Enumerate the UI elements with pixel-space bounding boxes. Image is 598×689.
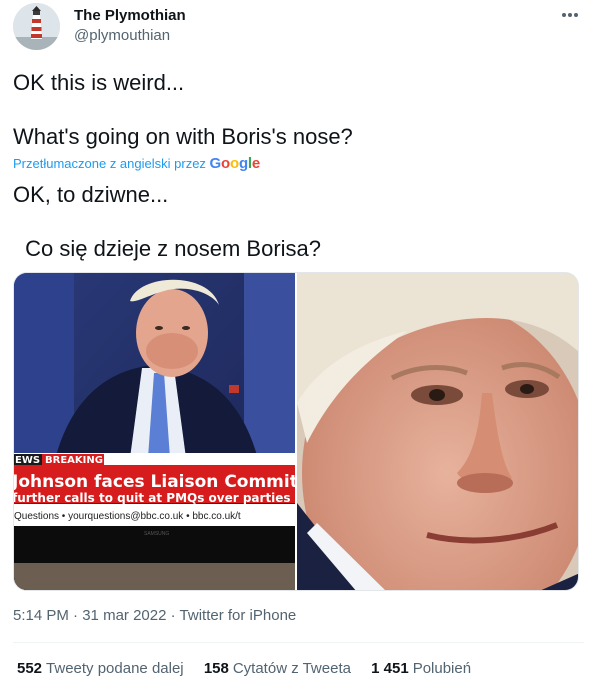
media-grid: EWS BREAKING Johnson faces Liaison Commi… (13, 272, 579, 591)
divider (13, 642, 584, 643)
tv-headline: Johnson faces Liaison Committe (14, 472, 295, 492)
quotes-label: Cytatów z Tweeta (232, 660, 351, 677)
tweet-text-line-1: OK this is weird... (13, 70, 185, 95)
likes-label: Polubień (412, 660, 472, 677)
photo-closeup[interactable] (297, 273, 578, 590)
breaking-tag: BREAKING (45, 455, 103, 466)
tweet-meta: 5:14 PM · 31 mar 2022 · Twitter for iPho… (13, 607, 296, 624)
translation-line-2: Co się dzieje z nosem Borisa? (19, 236, 322, 261)
quotes-count: 158 (203, 660, 229, 677)
retweets-stat[interactable]: 552 Tweety podane dalej (17, 660, 184, 677)
tweet-source[interactable]: Twitter for iPhone (180, 607, 297, 624)
translation-line-1: OK, to dziwne... (13, 182, 169, 207)
quotes-stat[interactable]: 158 Cytatów z Tweeta (204, 660, 351, 677)
tweet-text-line-2: What's going on with Boris's nose? (13, 124, 353, 149)
tweet-time[interactable]: 5:14 PM (13, 607, 69, 624)
translation-label: Przetłumaczone z angielski przez (13, 156, 206, 171)
tweet-date[interactable]: 31 mar 2022 (82, 607, 166, 624)
retweets-label: Tweety podane dalej (46, 660, 184, 677)
tv-footer: Questions • yourquestions@bbc.co.uk • bb… (14, 511, 241, 522)
retweets-count: 552 (17, 660, 43, 677)
tv-subline: further calls to quit at PMQs over parti… (14, 491, 295, 505)
news-tag: EWS (15, 455, 40, 466)
translation-attribution[interactable]: Przetłumaczone z angielski przez Google (13, 155, 260, 172)
meta-separator: · (170, 607, 176, 624)
avatar[interactable] (13, 3, 60, 50)
display-name[interactable]: The Plymothian (74, 7, 186, 24)
likes-stat[interactable]: 1 451 Polubień (371, 660, 471, 677)
google-logo: Google (209, 155, 261, 172)
more-horizontal-icon[interactable] (556, 3, 584, 27)
lighthouse-icon (13, 3, 60, 50)
tv-brand: SAMSUNG (144, 531, 169, 537)
photo-tv-screenshot[interactable]: EWS BREAKING Johnson faces Liaison Commi… (14, 273, 295, 590)
likes-count: 1 451 (371, 660, 409, 677)
tweet-stats: 552 Tweety podane dalej 158 Cytatów z Twee… (17, 660, 487, 677)
user-handle[interactable]: @plymouthian (74, 27, 170, 44)
meta-separator: · (73, 607, 79, 624)
tweet: The Plymothian @plymouthian OK this is w… (0, 0, 598, 689)
